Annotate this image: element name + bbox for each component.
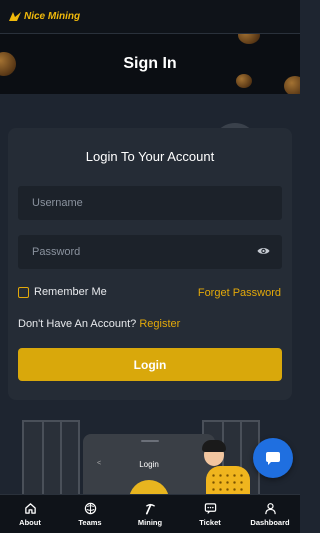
login-card: Login To Your Account Remember Me Forget… — [8, 128, 292, 400]
nav-item-ticket[interactable]: Ticket — [180, 495, 240, 533]
eye-icon[interactable] — [257, 246, 270, 256]
logo[interactable]: Nice Mining — [8, 11, 80, 22]
register-link[interactable]: Register — [139, 318, 180, 330]
nav-item-about[interactable]: About — [0, 495, 60, 533]
coin-decoration — [238, 34, 260, 44]
nav-item-teams[interactable]: Teams — [60, 495, 120, 533]
door-left — [22, 420, 80, 496]
forget-password-link[interactable]: Forget Password — [198, 287, 281, 299]
chat-icon — [266, 452, 280, 465]
phone-title: Login — [139, 460, 159, 469]
chat-button[interactable] — [253, 438, 293, 478]
remember-me-checkbox[interactable] — [18, 286, 29, 298]
no-account-text: Don't Have An Account? — [18, 318, 137, 330]
home-icon — [24, 502, 36, 514]
nav-label: Ticket — [199, 517, 221, 527]
teams-icon — [84, 502, 96, 514]
password-input[interactable] — [32, 246, 252, 258]
logo-icon — [9, 12, 21, 21]
nav-item-dashboard[interactable]: Dashboard — [240, 495, 300, 533]
user-icon — [264, 502, 276, 514]
coin-decoration — [236, 74, 252, 88]
coin-decoration — [284, 76, 300, 94]
nav-label: Teams — [78, 517, 102, 527]
register-prompt: Don't Have An Account? Register — [18, 318, 180, 330]
login-card-title: Login To Your Account — [85, 149, 215, 164]
password-field[interactable] — [18, 235, 282, 269]
page-title: Sign In — [123, 55, 177, 72]
logo-text: Nice Mining — [24, 11, 81, 22]
hero-banner: Sign In — [0, 34, 300, 94]
remember-me[interactable]: Remember Me — [18, 286, 107, 298]
bottom-nav: About Teams Mining Ticket Dashboard — [0, 494, 300, 533]
top-bar: Nice Mining — [0, 0, 300, 34]
phone-illustration: < Login — [83, 434, 215, 496]
nav-item-mining[interactable]: Mining — [120, 495, 180, 533]
nav-label: Dashboard — [250, 517, 290, 527]
login-button[interactable]: Login — [18, 348, 282, 381]
remember-me-label: Remember Me — [34, 286, 107, 298]
nav-label: Mining — [137, 517, 163, 527]
username-input[interactable] — [32, 197, 252, 209]
ticket-icon — [204, 502, 216, 514]
pickaxe-icon — [145, 503, 155, 514]
username-field[interactable] — [18, 186, 282, 220]
nav-label: About — [19, 517, 41, 527]
